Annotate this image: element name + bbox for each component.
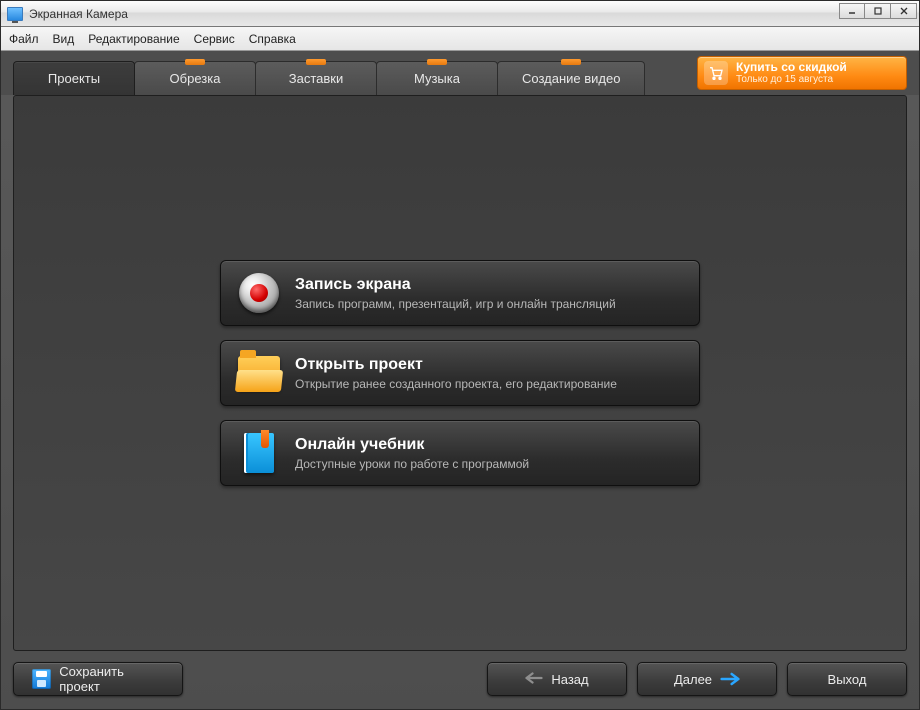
tab-projects[interactable]: Проекты	[13, 61, 135, 95]
titlebar[interactable]: Экранная Камера	[1, 1, 919, 27]
tabbar: Проекты Обрезка Заставки Музыка Создание…	[1, 51, 919, 95]
tab-label: Создание видео	[522, 71, 620, 86]
button-label: Выход	[828, 672, 867, 687]
card-texts: Открыть проект Открытие ранее созданного…	[295, 356, 617, 391]
close-button[interactable]	[891, 3, 917, 19]
exit-button[interactable]: Выход	[787, 662, 907, 696]
save-icon	[32, 669, 51, 689]
card-subtitle: Запись программ, презентаций, игр и онла…	[295, 297, 616, 311]
buy-text: Купить со скидкой Только до 15 августа	[736, 61, 847, 86]
book-icon	[237, 431, 281, 475]
menu-service[interactable]: Сервис	[194, 32, 235, 46]
window-controls	[839, 3, 917, 19]
button-label: Сохранить проект	[59, 664, 164, 694]
buy-title: Купить со скидкой	[736, 61, 847, 73]
next-button[interactable]: Далее	[637, 662, 777, 696]
button-label: Далее	[674, 672, 712, 687]
menu-file[interactable]: Файл	[9, 32, 39, 46]
tab-label: Обрезка	[170, 71, 221, 86]
maximize-button[interactable]	[865, 3, 891, 19]
tab-accent-icon	[561, 59, 581, 65]
card-list: Запись экрана Запись программ, презентац…	[220, 260, 700, 486]
menu-edit[interactable]: Редактирование	[88, 32, 179, 46]
minimize-button[interactable]	[839, 3, 865, 19]
card-subtitle: Доступные уроки по работе с программой	[295, 457, 529, 471]
card-open-project[interactable]: Открыть проект Открытие ранее созданного…	[220, 340, 700, 406]
app-window: Экранная Камера Файл Вид Редактирование …	[0, 0, 920, 710]
footer: Сохранить проект Назад Далее Выход	[1, 659, 919, 709]
arrow-left-icon	[525, 671, 543, 688]
cart-icon	[704, 61, 728, 85]
tab-label: Музыка	[414, 71, 460, 86]
app-icon	[7, 7, 23, 21]
content-area: Запись экрана Запись программ, презентац…	[13, 95, 907, 651]
card-subtitle: Открытие ранее созданного проекта, его р…	[295, 377, 617, 391]
arrow-right-icon	[720, 672, 740, 686]
tab-music[interactable]: Музыка	[376, 61, 498, 95]
card-title: Онлайн учебник	[295, 436, 529, 454]
menubar: Файл Вид Редактирование Сервис Справка	[1, 27, 919, 51]
tab-accent-icon	[185, 59, 205, 65]
card-title: Запись экрана	[295, 276, 616, 294]
tab-intros[interactable]: Заставки	[255, 61, 377, 95]
window-title: Экранная Камера	[29, 7, 128, 21]
card-texts: Онлайн учебник Доступные уроки по работе…	[295, 436, 529, 471]
tab-accent-icon	[306, 59, 326, 65]
buy-subtitle: Только до 15 августа	[736, 73, 847, 86]
folder-icon	[237, 351, 281, 395]
tab-label: Проекты	[48, 71, 100, 86]
card-online-tutorial[interactable]: Онлайн учебник Доступные уроки по работе…	[220, 420, 700, 486]
back-button[interactable]: Назад	[487, 662, 627, 696]
tab-label: Заставки	[289, 71, 343, 86]
tab-accent-icon	[427, 59, 447, 65]
card-record-screen[interactable]: Запись экрана Запись программ, презентац…	[220, 260, 700, 326]
menu-view[interactable]: Вид	[53, 32, 75, 46]
card-texts: Запись экрана Запись программ, презентац…	[295, 276, 616, 311]
button-label: Назад	[551, 672, 588, 687]
buy-banner[interactable]: Купить со скидкой Только до 15 августа	[697, 56, 907, 90]
card-title: Открыть проект	[295, 356, 617, 374]
save-project-button[interactable]: Сохранить проект	[13, 662, 183, 696]
tab-trim[interactable]: Обрезка	[134, 61, 256, 95]
record-icon	[237, 271, 281, 315]
tab-create-video[interactable]: Создание видео	[497, 61, 645, 95]
menu-help[interactable]: Справка	[249, 32, 296, 46]
